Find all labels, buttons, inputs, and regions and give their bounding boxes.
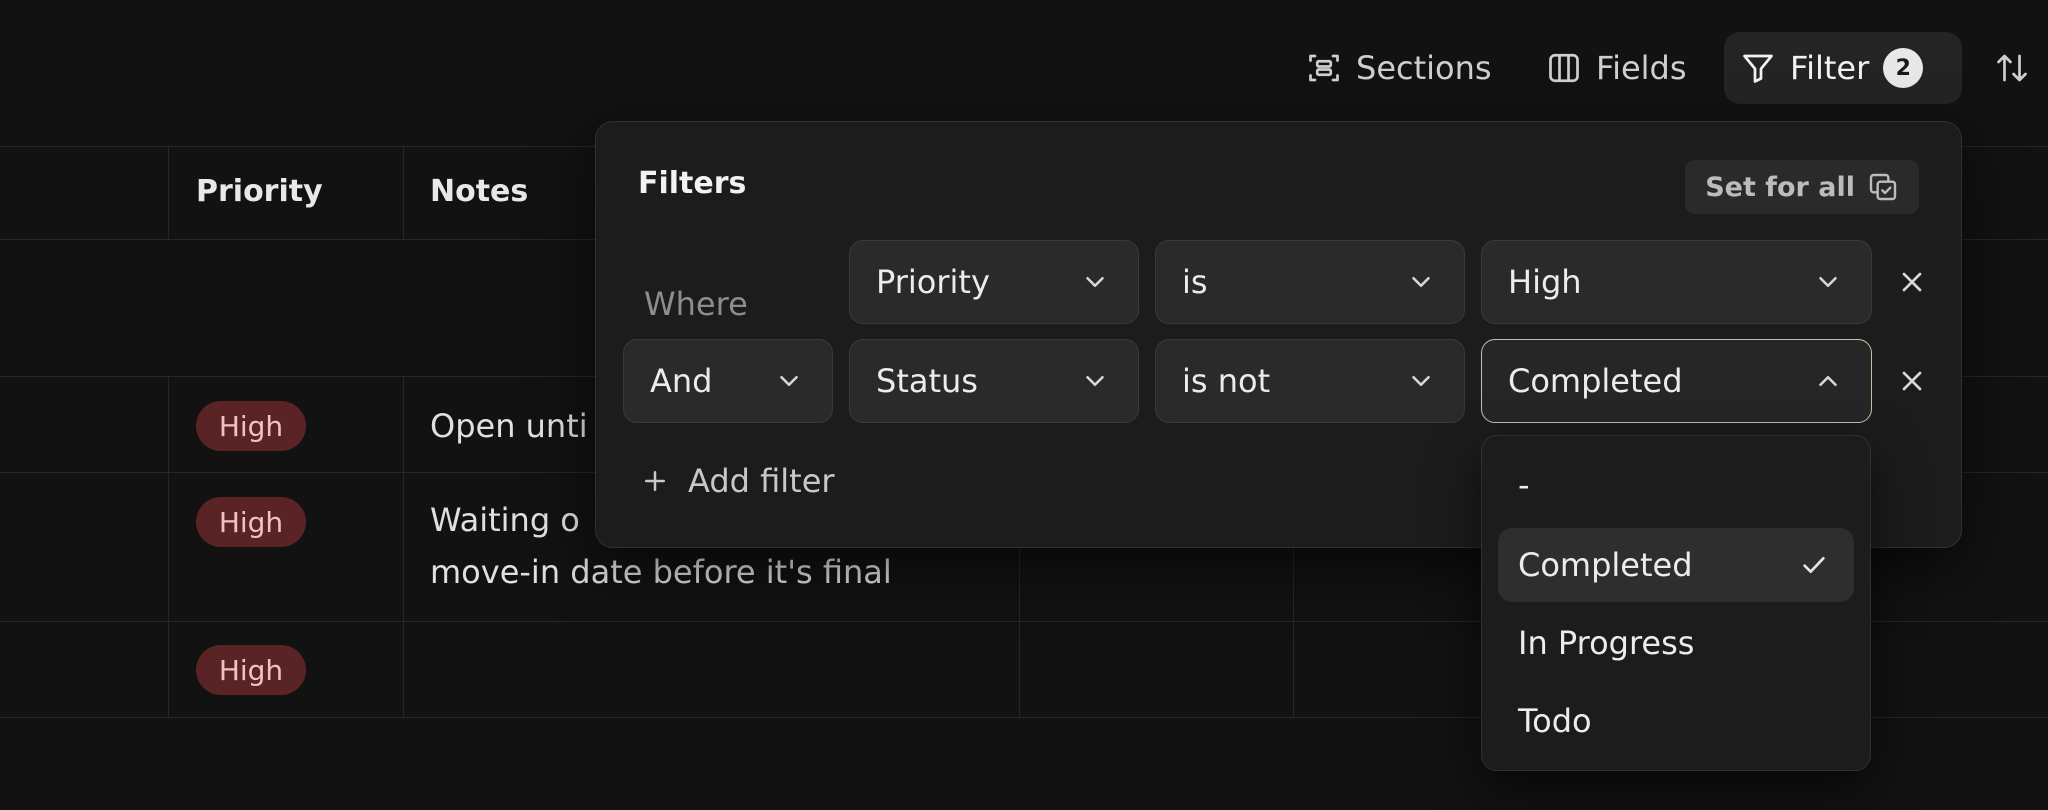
add-filter-label: Add filter [688,462,835,500]
sort-icon [1997,54,2027,82]
chevron-down-icon [1819,277,1837,287]
filter-2-field-select[interactable]: Status [849,339,1139,423]
chevron-down-icon [1412,277,1430,287]
filter-1-operator-select[interactable]: is [1155,240,1465,324]
column-divider [403,376,404,717]
filter-icon [1743,54,1773,83]
notes-cell-line-2: move-in date before it's final [430,553,892,591]
column-divider [1293,548,1294,717]
filter-button[interactable]: Filter 2 [1724,32,1962,104]
priority-badge: High [196,497,306,547]
close-icon [1902,371,1922,391]
filter-label: Filter [1790,49,1870,87]
sections-icon [1309,54,1339,82]
filter-count-badge: 2 [1883,48,1924,88]
priority-badge: High [196,645,306,695]
chevron-up-icon [1819,376,1837,386]
remove-filter-1-button[interactable] [1892,262,1932,302]
select-value: And [650,362,713,400]
select-value: is [1182,263,1208,301]
select-value: High [1508,263,1582,301]
option-label: Todo [1518,702,1592,740]
option-label: In Progress [1518,624,1695,662]
dropdown-option-completed[interactable]: Completed [1498,528,1854,602]
copy-check-icon [1869,173,1897,201]
priority-badge: High [196,401,306,451]
column-divider [168,376,169,717]
option-label: - [1518,466,1530,504]
filter-1-field-select[interactable]: Priority [849,240,1139,324]
dropdown-option-todo[interactable]: Todo [1498,684,1854,758]
select-value: Status [876,362,978,400]
sections-button[interactable]: Sections [1290,32,1508,104]
column-header-notes[interactable]: Notes [430,174,528,209]
select-value: is not [1182,362,1271,400]
chevron-down-icon [1412,376,1430,386]
notes-cell-line-1: Waiting o [430,501,580,539]
remove-filter-2-button[interactable] [1892,361,1932,401]
conjunction-select[interactable]: And [623,339,833,423]
set-for-all-button[interactable]: Set for all [1685,160,1919,214]
chevron-down-icon [1086,277,1104,287]
column-divider [168,146,169,239]
filter-1-value-select[interactable]: High [1481,240,1872,324]
close-icon [1902,272,1922,292]
chevron-down-icon [1086,376,1104,386]
fields-label: Fields [1596,49,1687,87]
where-label: Where [644,285,748,323]
set-for-all-label: Set for all [1705,171,1855,203]
notes-cell: Open unti [430,407,588,445]
app-root: Sections Fields Filter 2 Priority Notes [0,0,2048,810]
check-icon [1803,557,1825,573]
panel-title: Filters [638,166,747,201]
filter-2-operator-select[interactable]: is not [1155,339,1465,423]
column-divider [1019,548,1020,717]
chevron-down-icon [780,376,798,386]
column-divider [403,146,404,239]
select-value: Priority [876,263,990,301]
fields-button[interactable]: Fields [1530,32,1703,104]
option-label: Completed [1518,546,1693,584]
columns-icon [1549,53,1579,83]
add-filter-button[interactable]: Add filter [640,462,835,500]
dropdown-option-in-progress[interactable]: In Progress [1498,606,1854,680]
value-dropdown-menu: - Completed In Progress Todo [1481,435,1871,771]
column-header-priority[interactable]: Priority [196,174,323,209]
select-value: Completed [1508,362,1683,400]
plus-icon [645,471,665,491]
filter-2-value-select[interactable]: Completed [1481,339,1872,423]
sort-button[interactable] [1980,32,2030,104]
sections-label: Sections [1356,49,1492,87]
dropdown-option-empty[interactable]: - [1498,448,1854,522]
